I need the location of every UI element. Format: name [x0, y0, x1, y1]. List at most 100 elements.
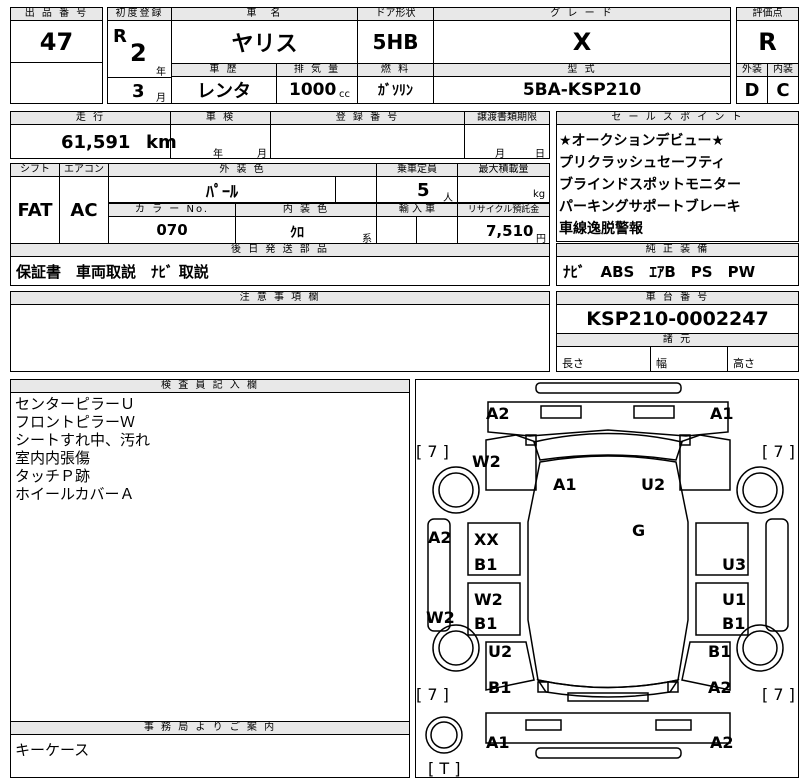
- car-diagram: A2 A1 [ 7 ] [ 7 ] W2 A1 U2 G A2 XX B1 U3…: [415, 379, 799, 778]
- history: レンタ: [171, 76, 277, 104]
- later-label: 後 日 発 送 部 品: [10, 243, 550, 257]
- inspector-line: タッチＰ跡: [15, 467, 91, 485]
- seats-box: 5 人: [376, 176, 458, 204]
- inspector-line: シートすれ中、汚れ: [15, 431, 151, 449]
- dims-label: 諸 元: [556, 333, 799, 347]
- caution-label: 注 意 事 項 欄: [10, 291, 550, 305]
- bracket-top-right: [ 7 ]: [762, 442, 795, 461]
- recycle: 7,510: [486, 222, 534, 240]
- ext-grade-label: 外装: [736, 63, 768, 77]
- w2-door-mark: W2: [474, 590, 503, 609]
- sales-point: ブラインドスポットモニター: [559, 177, 741, 193]
- hood-u2-mark: U2: [641, 475, 666, 494]
- inspector-line: センターピラーＵ: [15, 395, 136, 413]
- inspection-month: 月: [257, 149, 267, 160]
- inspector-line: ホイールカバーＡ: [15, 485, 135, 503]
- grade-label: グ レ ー ド: [433, 7, 731, 21]
- era: R: [113, 26, 127, 47]
- mileage-label: 走 行: [10, 111, 171, 125]
- rear-a2-mark: A2: [710, 733, 734, 752]
- mileage: 61,591: [61, 132, 131, 153]
- inspection-label: 車 検: [170, 111, 271, 125]
- car-name: ヤリス: [171, 20, 358, 64]
- int-grade: C: [767, 76, 799, 104]
- ext-color: ﾊﾟｰﾙ: [108, 176, 336, 203]
- office-label: 事 務 局 よ り ご 案 内: [10, 721, 410, 735]
- sales-point: パーキングサポートブレーキ: [559, 199, 741, 215]
- sales-points: ★オークションデビュー★ プリクラッシュセーフティ ブラインドスポットモニター …: [556, 124, 799, 242]
- lot-no: 47: [10, 20, 103, 63]
- a2-rear-right-mark: A2: [708, 678, 732, 697]
- ext-color-blank: [335, 176, 377, 203]
- rear-a1-mark: A1: [486, 733, 510, 752]
- fuel-label: 燃 料: [357, 63, 434, 77]
- b1-mark-c: B1: [722, 614, 746, 633]
- sales-label: セ ー ル ス ポ イ ン ト: [556, 111, 799, 125]
- equipment: ﾅﾋﾞ ABS ｴｱB PS PW: [556, 256, 799, 286]
- score-label: 評価点: [736, 7, 799, 21]
- width-label: 幅: [650, 346, 728, 372]
- displacement-label: 排 気 量: [276, 63, 358, 77]
- int-grade-label: 内装: [767, 63, 799, 77]
- displacement-box: 1000 cc: [276, 76, 358, 104]
- chassis-label: 車 台 番 号: [556, 291, 799, 305]
- u2-rear-mark: U2: [488, 642, 513, 661]
- int-color-box: ｸﾛ 系: [235, 216, 377, 245]
- bracket-bottom-left: [ 7 ]: [416, 685, 449, 704]
- recycle-label: リサイクル預託金: [457, 203, 550, 217]
- seats: 5: [417, 180, 430, 201]
- sales-point: ★オークションデビュー★: [559, 133, 725, 149]
- inspector-notes: センターピラーＵ フロントピラーＷ シートすれ中、汚れ 室内内張傷 タッチＰ跡 …: [10, 392, 410, 722]
- spare-tire-mark: [ T ]: [428, 759, 461, 778]
- hood-a1-mark: A1: [553, 475, 577, 494]
- shift-label: シフト: [10, 163, 60, 177]
- sales-point: プリクラッシュセーフティ: [559, 155, 726, 171]
- load-label: 最大積載量: [457, 163, 550, 177]
- int-color-label: 内 装 色: [235, 203, 377, 217]
- month-unit: 月: [156, 93, 166, 104]
- left-a2-mark: A2: [428, 528, 452, 547]
- chassis-no: KSP210-0002247: [556, 304, 799, 334]
- seats-unit: 人: [443, 193, 453, 204]
- w2-top-mark: W2: [472, 452, 501, 471]
- month-box: 3 月: [107, 77, 172, 104]
- reg-year: 2: [130, 39, 147, 67]
- bracket-bottom-right: [ 7 ]: [762, 685, 795, 704]
- year-unit: 年: [156, 67, 166, 78]
- reg-no: [270, 124, 465, 159]
- load-unit: kg: [533, 189, 546, 200]
- first-reg-label: 初度登録: [107, 7, 172, 21]
- inspector-line: 室内内張傷: [15, 449, 91, 467]
- car-outline: [425, 382, 789, 759]
- model: 5BA-KSP210: [433, 76, 731, 104]
- model-label: 型 式: [433, 63, 731, 77]
- office-note: キーケース: [10, 734, 410, 778]
- displacement-unit: cc: [339, 89, 350, 100]
- door-label: ドア形状: [357, 7, 434, 21]
- grade: X: [433, 20, 731, 64]
- car-name-label: 車 名: [171, 7, 358, 21]
- first-reg-box: R 2 年: [107, 20, 172, 78]
- later-parts: 保証書 車両取説 ﾅﾋﾞ 取説: [10, 256, 550, 286]
- front-left-mark: A2: [486, 404, 510, 423]
- seats-label: 乗車定員: [376, 163, 458, 177]
- u3-mark: U3: [722, 555, 747, 574]
- b1-mark-b: B1: [474, 614, 498, 633]
- equip-label: 純 正 装 備: [556, 243, 799, 257]
- score: R: [736, 20, 799, 64]
- import-b: [416, 216, 458, 244]
- sales-point: 車線逸脱警報: [559, 221, 643, 237]
- roof-g-mark: G: [632, 521, 646, 540]
- ext-grade: D: [736, 76, 768, 104]
- transfer-label: 譲渡書類期限: [464, 111, 550, 125]
- transfer-month: 月: [495, 149, 505, 160]
- u1-mark: U1: [722, 590, 747, 609]
- b1-rear-right-mark: B1: [708, 642, 732, 661]
- fuel: ｶﾞｿﾘﾝ: [357, 76, 434, 104]
- door-type: 5HB: [357, 20, 434, 64]
- front-right-mark: A1: [710, 404, 734, 423]
- lot-no-label: 出 品 番 号: [10, 7, 103, 21]
- height-label: 高さ: [727, 346, 799, 372]
- inspector-line: フロントピラーＷ: [15, 413, 136, 431]
- ac: AC: [59, 176, 109, 244]
